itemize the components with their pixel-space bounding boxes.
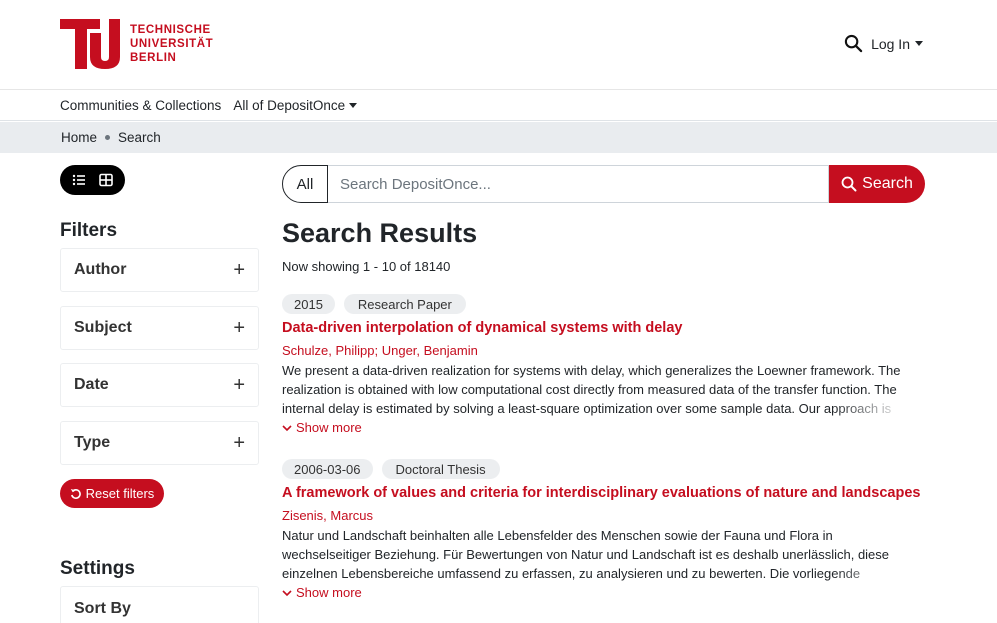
result-title-link[interactable]: A framework of values and criteria for i… (282, 485, 925, 501)
date-badge: 2006-03-06 (282, 459, 373, 479)
filter-type[interactable]: Type + (60, 421, 259, 465)
logo-line-3: BERLIN (130, 52, 177, 64)
result-title-link[interactable]: Data-driven interpolation of dynamical s… (282, 320, 925, 336)
result-badges: 2015 Research Paper (282, 294, 925, 314)
filter-label: Author (74, 261, 127, 278)
results-heading: Search Results (282, 218, 478, 248)
result-authors-link[interactable]: Schulze, Philipp; Unger, Benjamin (282, 343, 925, 358)
show-more-label: Show more (296, 585, 362, 600)
search-form: All Search (282, 165, 925, 203)
result-abstract: Natur und Landschaft beinhalten alle Leb… (282, 526, 922, 583)
sort-by-label: Sort By (74, 600, 131, 617)
result-badges: 2006-03-06 Doctoral Thesis (282, 459, 925, 479)
site-header: TECHNISCHE UNIVERSITÄT BERLIN Log In (0, 0, 997, 90)
reset-filters-label: Reset filters (85, 486, 155, 501)
logo-line-1: TECHNISCHE (130, 24, 211, 36)
result-abstract: We present a data-driven realization for… (282, 361, 922, 418)
undo-icon (70, 488, 81, 499)
login-label: Log In (871, 35, 910, 52)
tu-logo-icon (60, 19, 120, 69)
result-authors-link[interactable]: Zisenis, Marcus (282, 508, 925, 523)
grid-view-icon[interactable] (98, 173, 113, 187)
search-button[interactable]: Search (829, 165, 925, 203)
chevron-down-icon (282, 589, 292, 596)
filter-label: Type (74, 434, 111, 451)
logo-text: TECHNISCHE UNIVERSITÄT BERLIN (130, 23, 213, 65)
caret-down-icon (349, 102, 358, 108)
view-mode-toggle (60, 165, 125, 195)
breadcrumb-home[interactable]: Home (61, 130, 97, 145)
breadcrumb-current: Search (118, 130, 161, 145)
settings-heading: Settings (60, 558, 135, 579)
type-badge: Research Paper (343, 294, 466, 314)
reset-filters-button[interactable]: Reset filters (60, 479, 164, 508)
tu-berlin-logo[interactable]: TECHNISCHE UNIVERSITÄT BERLIN (60, 19, 213, 69)
result-item: 2006-03-06 Doctoral Thesis A framework o… (282, 459, 925, 600)
show-more-button[interactable]: Show more (282, 420, 925, 435)
date-badge: 2015 (282, 294, 335, 314)
logo-line-2: UNIVERSITÄT (130, 38, 214, 50)
search-input[interactable] (328, 165, 829, 203)
search-icon[interactable] (844, 34, 863, 53)
search-button-label: Search (862, 175, 913, 192)
nav-all-of-depositonce[interactable]: All of DepositOnce (233, 97, 358, 113)
search-icon (841, 176, 857, 192)
caret-down-icon (915, 41, 923, 46)
main-navbar: Communities & Collections All of Deposit… (0, 90, 997, 121)
list-view-icon[interactable] (72, 173, 86, 187)
nav-communities-collections[interactable]: Communities & Collections (60, 98, 221, 113)
search-scope-button[interactable]: All (282, 165, 328, 203)
show-more-label: Show more (296, 420, 362, 435)
plus-icon: + (233, 258, 245, 281)
login-dropdown[interactable]: Log In (871, 36, 923, 52)
filter-subject[interactable]: Subject + (60, 306, 259, 350)
result-item: 2015 Research Paper Data-driven interpol… (282, 294, 925, 435)
type-badge: Doctoral Thesis (381, 459, 500, 479)
breadcrumb: Home Search (0, 122, 997, 153)
chevron-down-icon (282, 424, 292, 431)
breadcrumb-separator-icon (105, 135, 111, 140)
plus-icon: + (233, 373, 245, 396)
filter-label: Subject (74, 319, 132, 336)
nav-label: All of DepositOnce (233, 97, 346, 113)
filter-author[interactable]: Author + (60, 248, 259, 292)
plus-icon: + (233, 316, 245, 339)
filters-heading: Filters (60, 220, 118, 241)
nav-label: Communities & Collections (60, 97, 222, 113)
results-count: Now showing 1 - 10 of 18140 (282, 259, 451, 274)
plus-icon: + (233, 431, 245, 454)
header-actions: Log In (844, 34, 923, 53)
show-more-button[interactable]: Show more (282, 585, 925, 600)
sort-by-panel[interactable]: Sort By (60, 586, 259, 623)
filter-label: Date (74, 376, 109, 393)
filter-date[interactable]: Date + (60, 363, 259, 407)
